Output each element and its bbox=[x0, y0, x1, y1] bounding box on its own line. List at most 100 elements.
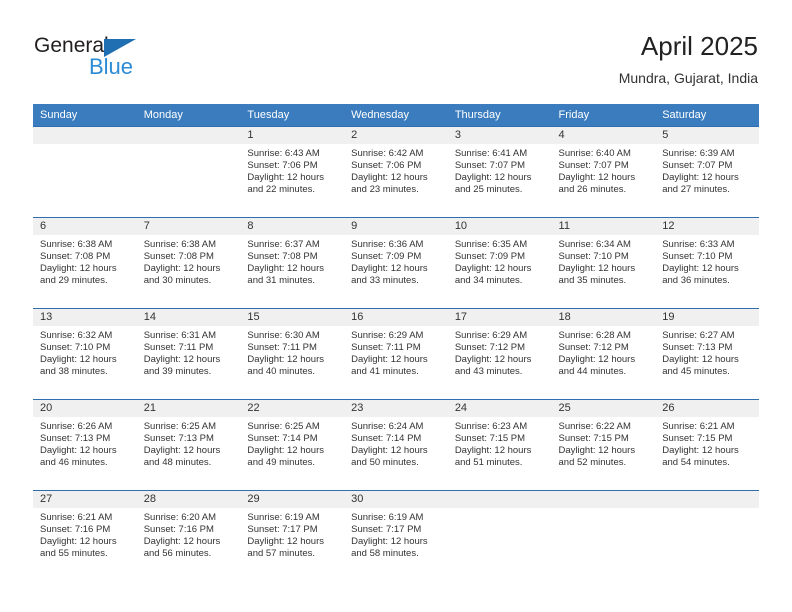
day-cell[interactable]: 6 Sunrise: 6:38 AM Sunset: 7:08 PM Dayli… bbox=[33, 217, 137, 309]
sunrise-text: Sunrise: 6:35 AM bbox=[454, 239, 528, 250]
daylight-text-line1: Daylight: 12 hours bbox=[662, 172, 739, 184]
sunrise-text: Sunrise: 6:40 AM bbox=[558, 148, 631, 159]
daylight-text-line2: and 51 minutes. bbox=[454, 457, 523, 469]
day-cell[interactable]: 11 Sunrise: 6:34 AM Sunset: 7:10 PM Dayl… bbox=[551, 217, 656, 309]
day-number: 26 bbox=[655, 400, 759, 417]
sunrise-text: Sunrise: 6:19 AM bbox=[351, 512, 424, 523]
sunrise-text: Sunrise: 6:25 AM bbox=[143, 421, 217, 432]
daylight-text-line1: Daylight: 12 hours bbox=[662, 354, 739, 366]
calendar-page: General Blue April 2025 Mundra, Gujarat,… bbox=[0, 0, 792, 612]
daylight-text-line1: Daylight: 12 hours bbox=[351, 354, 428, 366]
day-cell[interactable]: 30 Sunrise: 6:19 AM Sunset: 7:17 PM Dayl… bbox=[344, 490, 448, 581]
day-cell[interactable]: 26 Sunrise: 6:21 AM Sunset: 7:15 PM Dayl… bbox=[655, 399, 759, 491]
daylight-text-line1: Daylight: 12 hours bbox=[558, 354, 636, 366]
day-cell[interactable]: 24 Sunrise: 6:23 AM Sunset: 7:15 PM Dayl… bbox=[447, 399, 552, 491]
daylight-text-line1: Daylight: 12 hours bbox=[40, 354, 117, 366]
day-cell[interactable]: 23 Sunrise: 6:24 AM Sunset: 7:14 PM Dayl… bbox=[344, 399, 448, 491]
general-blue-logo[interactable]: General Blue bbox=[34, 34, 214, 92]
day-cell[interactable] bbox=[551, 490, 656, 581]
day-details: Sunrise: 6:33 AM Sunset: 7:10 PM Dayligh… bbox=[655, 235, 759, 287]
sunrise-text: Sunrise: 6:29 AM bbox=[454, 330, 528, 341]
sunset-text: Sunset: 7:11 PM bbox=[143, 342, 214, 354]
sunrise-text: Sunrise: 6:22 AM bbox=[558, 421, 631, 432]
day-cell[interactable] bbox=[655, 490, 759, 581]
daylight-text-line1: Daylight: 12 hours bbox=[40, 445, 117, 457]
daylight-text-line2: and 33 minutes. bbox=[351, 275, 419, 287]
daylight-text-line2: and 38 minutes. bbox=[40, 366, 108, 378]
day-cell[interactable]: 21 Sunrise: 6:25 AM Sunset: 7:13 PM Dayl… bbox=[136, 399, 241, 491]
weekday-header-friday: Friday bbox=[551, 104, 656, 127]
daylight-text-line1: Daylight: 12 hours bbox=[143, 354, 221, 366]
sunset-text: Sunset: 7:10 PM bbox=[662, 251, 733, 263]
day-details: Sunrise: 6:25 AM Sunset: 7:14 PM Dayligh… bbox=[240, 417, 344, 469]
day-details: Sunrise: 6:23 AM Sunset: 7:15 PM Dayligh… bbox=[448, 417, 552, 469]
sunset-text: Sunset: 7:11 PM bbox=[247, 342, 317, 354]
day-details: Sunrise: 6:35 AM Sunset: 7:09 PM Dayligh… bbox=[448, 235, 552, 287]
day-cell[interactable]: 7 Sunrise: 6:38 AM Sunset: 7:08 PM Dayli… bbox=[136, 217, 241, 309]
day-cell[interactable]: 28 Sunrise: 6:20 AM Sunset: 7:16 PM Dayl… bbox=[136, 490, 241, 581]
day-cell[interactable]: 27 Sunrise: 6:21 AM Sunset: 7:16 PM Dayl… bbox=[33, 490, 137, 581]
day-cell[interactable]: 13 Sunrise: 6:32 AM Sunset: 7:10 PM Dayl… bbox=[33, 308, 137, 400]
day-number: 21 bbox=[136, 400, 241, 417]
daylight-text-line1: Daylight: 12 hours bbox=[247, 536, 324, 548]
day-number: 13 bbox=[33, 309, 137, 326]
day-cell[interactable]: 15 Sunrise: 6:30 AM Sunset: 7:11 PM Dayl… bbox=[240, 308, 345, 400]
sunrise-text: Sunrise: 6:32 AM bbox=[40, 330, 113, 341]
calendar-week-row: 6 Sunrise: 6:38 AM Sunset: 7:08 PM Dayli… bbox=[33, 217, 759, 309]
sunset-text: Sunset: 7:13 PM bbox=[143, 433, 214, 445]
day-cell[interactable]: 8 Sunrise: 6:37 AM Sunset: 7:08 PM Dayli… bbox=[240, 217, 345, 309]
sunset-text: Sunset: 7:12 PM bbox=[558, 342, 629, 354]
day-cell[interactable]: 29 Sunrise: 6:19 AM Sunset: 7:17 PM Dayl… bbox=[240, 490, 345, 581]
day-cell[interactable] bbox=[447, 490, 552, 581]
sunrise-text: Sunrise: 6:30 AM bbox=[247, 330, 320, 341]
daylight-text-line2: and 29 minutes. bbox=[40, 275, 108, 287]
day-number: 11 bbox=[551, 218, 656, 235]
sunset-text: Sunset: 7:09 PM bbox=[454, 251, 526, 263]
day-cell[interactable]: 1 Sunrise: 6:43 AM Sunset: 7:06 PM Dayli… bbox=[240, 126, 345, 218]
sunrise-text: Sunrise: 6:34 AM bbox=[558, 239, 631, 250]
day-cell[interactable]: 25 Sunrise: 6:22 AM Sunset: 7:15 PM Dayl… bbox=[551, 399, 656, 491]
sunrise-text: Sunrise: 6:36 AM bbox=[351, 239, 424, 250]
sunrise-text: Sunrise: 6:20 AM bbox=[143, 512, 217, 523]
daylight-text-line1: Daylight: 12 hours bbox=[143, 263, 221, 275]
day-number bbox=[136, 127, 241, 144]
day-cell[interactable]: 17 Sunrise: 6:29 AM Sunset: 7:12 PM Dayl… bbox=[447, 308, 552, 400]
sunset-text: Sunset: 7:07 PM bbox=[558, 160, 629, 172]
day-cell[interactable] bbox=[33, 126, 137, 218]
day-cell[interactable]: 5 Sunrise: 6:39 AM Sunset: 7:07 PM Dayli… bbox=[655, 126, 759, 218]
day-cell[interactable]: 20 Sunrise: 6:26 AM Sunset: 7:13 PM Dayl… bbox=[33, 399, 137, 491]
day-cell[interactable] bbox=[136, 126, 241, 218]
day-cell[interactable]: 16 Sunrise: 6:29 AM Sunset: 7:11 PM Dayl… bbox=[344, 308, 448, 400]
daylight-text-line1: Daylight: 12 hours bbox=[351, 263, 428, 275]
daylight-text-line2: and 35 minutes. bbox=[558, 275, 627, 287]
day-details: Sunrise: 6:24 AM Sunset: 7:14 PM Dayligh… bbox=[344, 417, 448, 469]
day-cell[interactable]: 4 Sunrise: 6:40 AM Sunset: 7:07 PM Dayli… bbox=[551, 126, 656, 218]
daylight-text-line1: Daylight: 12 hours bbox=[662, 263, 739, 275]
day-cell[interactable]: 18 Sunrise: 6:28 AM Sunset: 7:12 PM Dayl… bbox=[551, 308, 656, 400]
day-number bbox=[551, 491, 656, 508]
day-cell[interactable]: 14 Sunrise: 6:31 AM Sunset: 7:11 PM Dayl… bbox=[136, 308, 241, 400]
day-details: Sunrise: 6:32 AM Sunset: 7:10 PM Dayligh… bbox=[33, 326, 137, 378]
sunrise-text: Sunrise: 6:27 AM bbox=[662, 330, 735, 341]
day-details: Sunrise: 6:20 AM Sunset: 7:16 PM Dayligh… bbox=[137, 508, 241, 560]
day-cell[interactable]: 22 Sunrise: 6:25 AM Sunset: 7:14 PM Dayl… bbox=[240, 399, 345, 491]
day-details: Sunrise: 6:21 AM Sunset: 7:15 PM Dayligh… bbox=[655, 417, 759, 469]
day-details bbox=[137, 144, 241, 148]
day-cell[interactable]: 3 Sunrise: 6:41 AM Sunset: 7:07 PM Dayli… bbox=[447, 126, 552, 218]
day-details: Sunrise: 6:26 AM Sunset: 7:13 PM Dayligh… bbox=[33, 417, 137, 469]
sunset-text: Sunset: 7:10 PM bbox=[558, 251, 629, 263]
day-cell[interactable]: 19 Sunrise: 6:27 AM Sunset: 7:13 PM Dayl… bbox=[655, 308, 759, 400]
daylight-text-line2: and 22 minutes. bbox=[247, 184, 316, 196]
day-cell[interactable]: 9 Sunrise: 6:36 AM Sunset: 7:09 PM Dayli… bbox=[344, 217, 448, 309]
day-cell[interactable]: 2 Sunrise: 6:42 AM Sunset: 7:06 PM Dayli… bbox=[344, 126, 448, 218]
title-block: April 2025 Mundra, Gujarat, India bbox=[619, 30, 758, 88]
day-cell[interactable]: 10 Sunrise: 6:35 AM Sunset: 7:09 PM Dayl… bbox=[447, 217, 552, 309]
calendar-week-row: 20 Sunrise: 6:26 AM Sunset: 7:13 PM Dayl… bbox=[33, 399, 759, 491]
day-cell[interactable]: 12 Sunrise: 6:33 AM Sunset: 7:10 PM Dayl… bbox=[655, 217, 759, 309]
day-number: 4 bbox=[551, 127, 656, 144]
daylight-text-line2: and 43 minutes. bbox=[454, 366, 523, 378]
daylight-text-line2: and 36 minutes. bbox=[662, 275, 730, 287]
daylight-text-line1: Daylight: 12 hours bbox=[40, 536, 117, 548]
sunset-text: Sunset: 7:15 PM bbox=[558, 433, 629, 445]
day-details bbox=[552, 508, 656, 512]
